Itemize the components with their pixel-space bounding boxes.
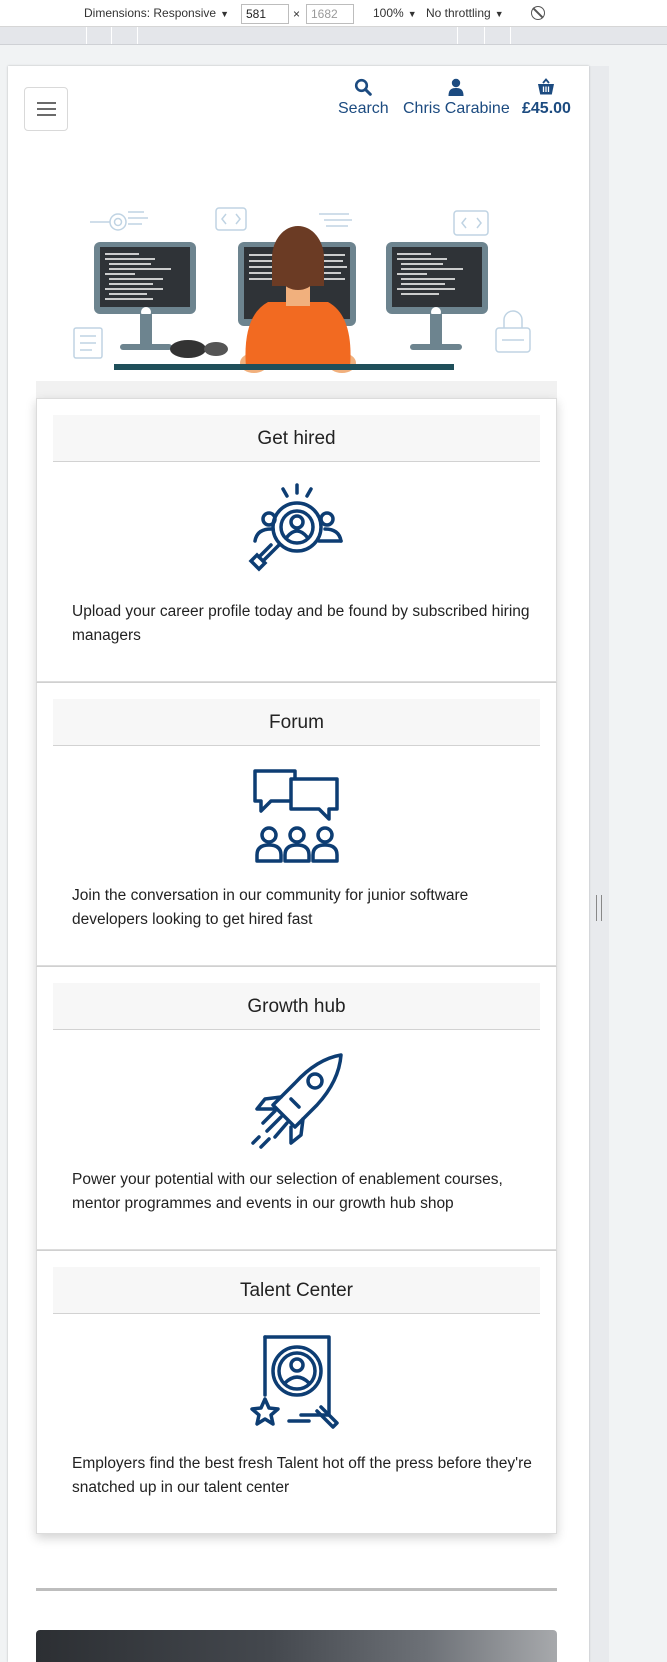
card-talent-center[interactable]: Talent Center Employers find the best fr… <box>36 1250 557 1534</box>
zoom-label: 100% <box>373 6 404 20</box>
basket-total: £45.00 <box>522 100 571 117</box>
card-title: Growth hub <box>53 983 540 1030</box>
dimensions-caret-icon: ▼ <box>220 9 229 19</box>
card-description: Power your potential with our selection … <box>72 1171 503 1212</box>
card-title: Talent Center <box>53 1267 540 1314</box>
throttling-dropdown[interactable]: No throttling ▼ <box>426 6 504 20</box>
width-input[interactable]: 581 <box>241 4 289 24</box>
footer-banner-image <box>36 1630 557 1662</box>
throttling-caret-icon: ▼ <box>494 9 504 19</box>
chat-community-icon <box>253 769 339 863</box>
card-description: Join the conversation in our community f… <box>72 887 469 928</box>
basket-link[interactable]: £45.00 <box>522 78 571 118</box>
user-icon <box>448 78 464 96</box>
account-link[interactable]: Chris Carabine <box>403 78 510 118</box>
search-label: Search <box>338 100 389 117</box>
section-divider <box>36 1588 557 1591</box>
account-label: Chris Carabine <box>403 100 510 117</box>
card-forum[interactable]: Forum Join the conversation in our commu… <box>36 682 557 966</box>
talent-badge-icon <box>250 1335 339 1429</box>
card-title: Forum <box>53 699 540 746</box>
times-sign: × <box>293 7 301 21</box>
card-description: Employers find the best fresh Talent hot… <box>72 1455 532 1496</box>
card-description: Upload your career profile today and be … <box>72 603 530 644</box>
block-requests-icon[interactable] <box>531 6 545 20</box>
dimensions-label: Dimensions: Responsive <box>84 6 217 20</box>
page-viewport: Search Chris Carabine £45.00 Get hired U… <box>8 66 589 1662</box>
media-query-ruler[interactable] <box>0 27 667 45</box>
zoom-caret-icon: ▼ <box>407 9 417 19</box>
basket-icon <box>538 78 555 95</box>
rocket-icon <box>251 1053 343 1149</box>
search-link[interactable]: Search <box>338 78 389 118</box>
search-icon <box>355 78 373 96</box>
throttling-label: No throttling <box>426 6 491 20</box>
card-get-hired[interactable]: Get hired Upload your career profile tod… <box>36 398 557 682</box>
height-input[interactable]: 1682 <box>306 4 354 24</box>
hamburger-menu-button[interactable] <box>24 87 68 131</box>
magnifier-person-icon <box>248 483 343 572</box>
feature-cards: Get hired Upload your career profile tod… <box>36 398 557 1534</box>
devtools-toolbar: Dimensions: Responsive ▼ 581 × 1682 100% ▼… <box>0 0 667 27</box>
card-growth-hub[interactable]: Growth hub Power your potential with our… <box>36 966 557 1250</box>
resize-handle-icon[interactable] <box>596 895 602 921</box>
dimensions-dropdown[interactable]: Dimensions: Responsive ▼ <box>84 6 229 20</box>
viewport-resize-rail[interactable] <box>589 66 609 1662</box>
zoom-dropdown[interactable]: 100% ▼ <box>373 6 417 20</box>
card-title: Get hired <box>53 415 540 462</box>
